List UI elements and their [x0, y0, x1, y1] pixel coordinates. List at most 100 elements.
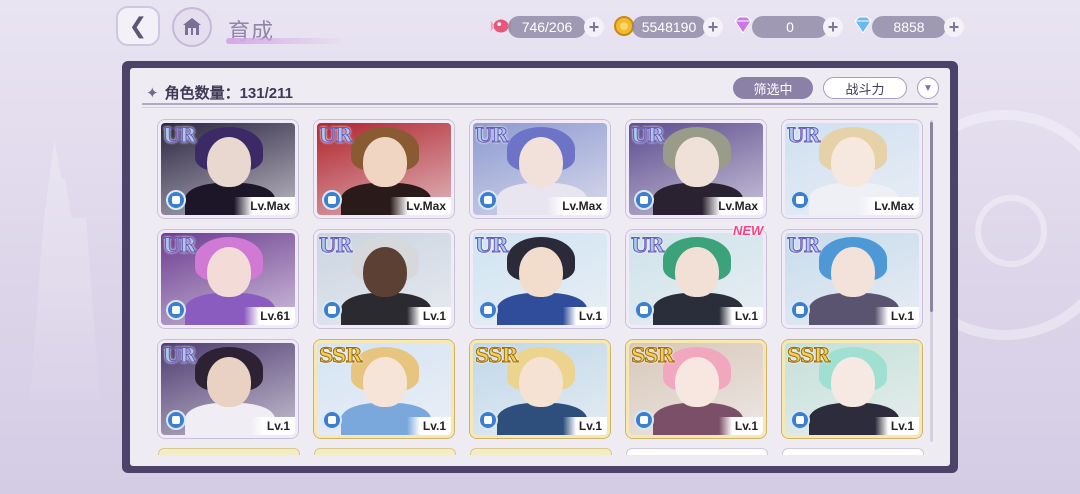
portrait-face	[363, 247, 407, 297]
portrait-face	[207, 137, 251, 187]
filter-button[interactable]: 筛选中	[733, 77, 813, 99]
rarity-label: UR	[786, 233, 820, 258]
character-card[interactable]: UR Lv.Max	[626, 120, 766, 218]
level-label: Lv.1	[874, 417, 919, 435]
portrait-face	[675, 137, 719, 187]
portrait-face	[675, 247, 719, 297]
role-icon	[790, 410, 810, 430]
role-icon	[790, 190, 810, 210]
rarity-label: SSR	[474, 343, 518, 368]
title-decoration	[226, 38, 346, 44]
portrait-face	[519, 247, 563, 297]
blue-diamond-add-button[interactable]: +	[944, 17, 964, 37]
rarity-label: SSR	[786, 343, 830, 368]
home-button[interactable]	[172, 7, 212, 47]
level-label: Lv.1	[406, 417, 451, 435]
level-label: Lv.1	[250, 417, 295, 435]
candy-add-button[interactable]: +	[584, 17, 604, 37]
level-label: Lv.1	[874, 307, 919, 325]
level-label: Lv.Max	[858, 197, 919, 215]
character-card[interactable]: SSR Lv.1	[782, 340, 922, 438]
next-row-card[interactable]	[158, 448, 300, 455]
character-card[interactable]: UR Lv.Max	[782, 120, 922, 218]
scrollbar-thumb[interactable]	[930, 122, 933, 312]
rarity-label: UR	[318, 233, 352, 258]
candy-count: 746/206	[508, 16, 586, 38]
level-label: Lv.Max	[702, 197, 763, 215]
header-divider-thin	[142, 107, 938, 108]
rarity-label: UR	[162, 343, 196, 368]
pink-diamond-add-button[interactable]: +	[823, 17, 843, 37]
level-label: Lv.Max	[390, 197, 451, 215]
pink-diamond-count: 0	[752, 16, 828, 38]
rarity-label: UR	[630, 123, 664, 148]
sort-order-button[interactable]: ▼	[917, 77, 939, 99]
level-label: Lv.1	[562, 417, 607, 435]
portrait-face	[831, 137, 875, 187]
character-card[interactable]: UR Lv.1	[782, 230, 922, 328]
character-card[interactable]: UR Lv.Max	[158, 120, 298, 218]
role-icon	[478, 190, 498, 210]
portrait-face	[831, 247, 875, 297]
blue-diamond-count: 8858	[872, 16, 946, 38]
level-label: Lv.Max	[234, 197, 295, 215]
background-castle	[30, 140, 100, 400]
level-label: Lv.Max	[546, 197, 607, 215]
portrait-face	[363, 137, 407, 187]
role-icon	[322, 190, 342, 210]
role-icon	[634, 410, 654, 430]
level-label: Lv.1	[406, 307, 451, 325]
level-label: Lv.1	[718, 417, 763, 435]
back-button[interactable]: ❮	[116, 6, 160, 46]
portrait-face	[519, 137, 563, 187]
role-icon	[478, 300, 498, 320]
role-icon	[166, 410, 186, 430]
role-icon	[166, 190, 186, 210]
role-icon	[166, 300, 186, 320]
rarity-label: SSR	[630, 343, 674, 368]
rarity-label: UR	[786, 123, 820, 148]
role-icon	[322, 410, 342, 430]
role-icon	[322, 300, 342, 320]
chevron-down-icon: ▼	[923, 82, 933, 94]
character-card[interactable]: UR Lv.Max	[470, 120, 610, 218]
character-card[interactable]: SSR Lv.1	[470, 340, 610, 438]
portrait-face	[207, 247, 251, 297]
portrait-face	[363, 357, 407, 407]
sort-button[interactable]: 战斗力	[823, 77, 907, 99]
next-row-card[interactable]	[782, 448, 924, 455]
character-count: ✦ 角色数量：131/211	[146, 82, 293, 103]
portrait-face	[675, 357, 719, 407]
header-divider	[142, 103, 938, 105]
portrait-face	[831, 357, 875, 407]
coin-count: 5548190	[632, 16, 706, 38]
character-card[interactable]: UR Lv.1	[314, 230, 454, 328]
next-row-card[interactable]	[626, 448, 768, 455]
new-badge: NEW	[733, 223, 764, 238]
character-card[interactable]: UR Lv.1	[470, 230, 610, 328]
level-label: Lv.1	[718, 307, 763, 325]
rarity-label: UR	[162, 233, 196, 258]
back-arrow-icon: ❮	[128, 13, 148, 38]
coin-add-button[interactable]: +	[703, 17, 723, 37]
rarity-label: UR	[474, 123, 508, 148]
level-label: Lv.61	[244, 307, 295, 325]
rarity-label: UR	[474, 233, 508, 258]
role-icon	[478, 410, 498, 430]
character-card[interactable]: SSR Lv.1	[626, 340, 766, 438]
role-icon	[634, 300, 654, 320]
rarity-label: UR	[318, 123, 352, 148]
rarity-label: UR	[630, 233, 664, 258]
rarity-label: SSR	[318, 343, 362, 368]
character-card[interactable]: UR Lv.1	[626, 230, 766, 328]
character-card[interactable]: UR Lv.1	[158, 340, 298, 438]
role-icon	[790, 300, 810, 320]
character-card[interactable]: UR Lv.61	[158, 230, 298, 328]
home-icon	[183, 18, 201, 35]
sparkle-icon: ✦	[146, 84, 159, 102]
character-card[interactable]: UR Lv.Max	[314, 120, 454, 218]
role-icon	[634, 190, 654, 210]
next-row-card[interactable]	[314, 448, 456, 455]
character-card[interactable]: SSR Lv.1	[314, 340, 454, 438]
next-row-card[interactable]	[470, 448, 612, 455]
